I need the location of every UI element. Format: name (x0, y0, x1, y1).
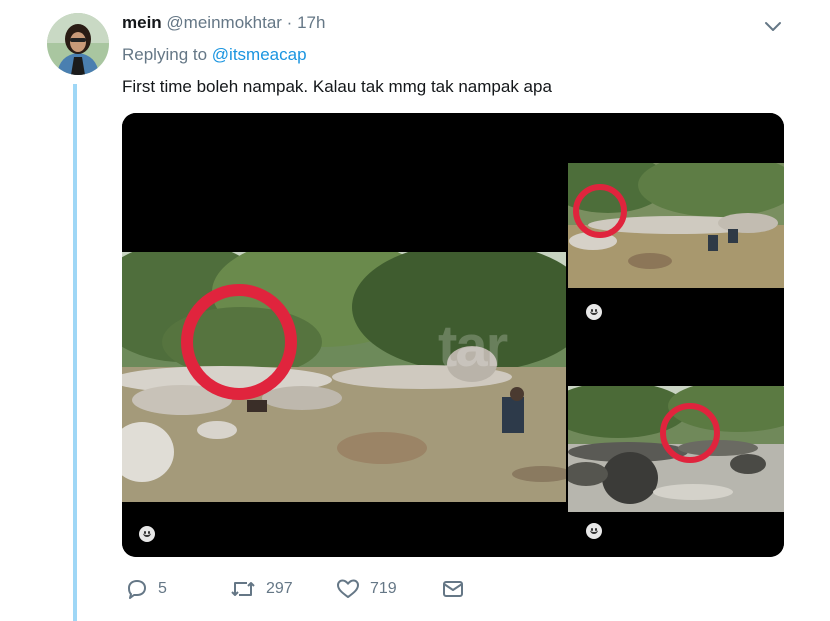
emoji-sticker-icon[interactable] (139, 526, 155, 542)
replying-to-label: Replying to (122, 45, 208, 64)
media-photo-bottom-right[interactable] (568, 336, 784, 557)
retweet-icon (231, 582, 255, 596)
river-scene-image (568, 163, 784, 288)
tweet-header: mein @meinmokhtar · 17h (122, 12, 325, 34)
media-photo-main[interactable]: tar (122, 113, 566, 557)
reply-icon (128, 580, 146, 599)
retweet-button[interactable]: 297 (230, 574, 293, 604)
river-scene-image (568, 386, 784, 512)
replying-to-mention[interactable]: @itsmeacap (212, 45, 307, 64)
like-button[interactable]: 719 (336, 574, 397, 604)
emoji-sticker-icon[interactable] (586, 523, 602, 539)
like-count: 719 (370, 580, 397, 597)
replying-to: Replying to @itsmeacap (122, 44, 307, 66)
heart-icon (337, 579, 359, 598)
tweet-timestamp[interactable]: 17h (297, 13, 325, 32)
watermark-text: tar (438, 314, 508, 379)
reply-count: 5 (158, 580, 167, 597)
chevron-down-icon[interactable] (762, 16, 784, 36)
separator-dot: · (286, 13, 293, 32)
user-handle[interactable]: @meinmokhtar (166, 13, 282, 32)
thread-line (73, 84, 77, 621)
avatar[interactable] (47, 13, 109, 75)
emoji-sticker-icon[interactable] (586, 304, 602, 320)
display-name[interactable]: mein (122, 13, 162, 32)
envelope-icon (443, 581, 463, 597)
media-grid: tar (122, 113, 784, 557)
retweet-count: 297 (266, 580, 293, 597)
direct-message-button[interactable] (442, 574, 464, 604)
reply-button[interactable]: 5 (126, 574, 167, 604)
tweet-actions: 5 297 719 (122, 574, 522, 604)
media-photo-top-right[interactable] (568, 113, 784, 334)
tweet-text: First time boleh nampak. Kalau tak mmg t… (122, 77, 552, 96)
